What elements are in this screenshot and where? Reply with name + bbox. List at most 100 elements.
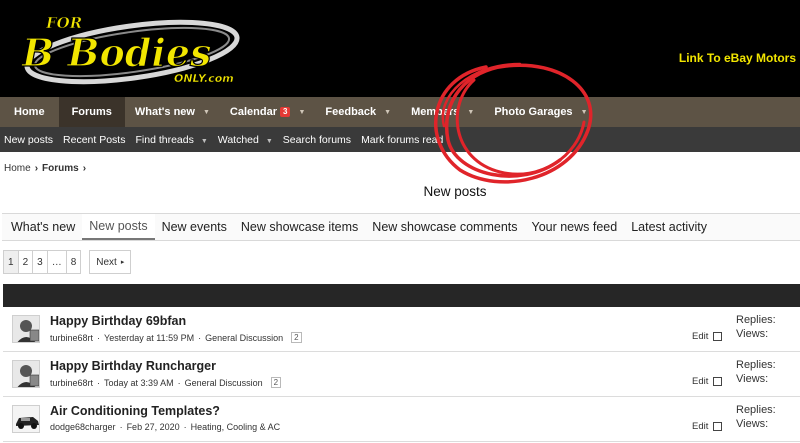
nav-tab-photo-garages-label: Photo Garages — [494, 106, 573, 118]
tab-whats-new[interactable]: What's new — [2, 214, 82, 240]
thread-date[interactable]: Feb 27, 2020 — [127, 422, 180, 432]
chevron-down-icon[interactable]: ▼ — [266, 138, 273, 145]
replies-label: Replies: — [736, 404, 776, 416]
subnav-new-posts[interactable]: New posts — [0, 134, 59, 146]
page-jump-button[interactable]: … — [46, 250, 67, 274]
avatar[interactable] — [12, 405, 40, 433]
chevron-right-icon: › — [82, 163, 87, 174]
subnav-search-forums[interactable]: Search forums — [279, 134, 357, 146]
site-header: FOR B Bodies ONLY.com Link To eBay Motor… — [0, 0, 800, 97]
tab-new-events[interactable]: New events — [155, 214, 234, 240]
replies-label: Replies: — [736, 359, 776, 371]
thread-edit-toggle[interactable]: Edit — [692, 331, 723, 342]
views-label: Views: — [736, 418, 769, 430]
thread-forum[interactable]: General Discussion — [185, 378, 263, 388]
subnav-mark-forums-read[interactable]: Mark forums read — [357, 134, 449, 146]
nav-tab-calendar[interactable]: Calendar 3 ▼ — [220, 97, 315, 127]
chevron-right-icon: ▸ — [120, 259, 125, 266]
thread-date[interactable]: Yesterday at 11:59 PM — [104, 333, 194, 343]
nav-tab-members[interactable]: Members ▼ — [401, 97, 484, 127]
chevron-down-icon[interactable]: ▼ — [467, 109, 474, 116]
secondary-nav: New posts Recent Posts Find threads ▼ Wat… — [0, 127, 800, 152]
breadcrumb: Home › Forums › — [4, 163, 86, 174]
chevron-down-icon[interactable]: ▼ — [201, 138, 208, 145]
calendar-count-badge: 3 — [280, 107, 291, 117]
tab-new-posts[interactable]: New posts — [82, 214, 155, 240]
page: FOR B Bodies ONLY.com Link To eBay Motor… — [0, 0, 800, 443]
select-checkbox[interactable] — [713, 332, 723, 341]
next-page-button[interactable]: Next ▸ — [89, 250, 132, 274]
tab-new-showcase-items[interactable]: New showcase items — [234, 214, 365, 240]
thread-edit-toggle[interactable]: Edit — [692, 376, 723, 387]
thread-stats: Replies: Views: — [736, 313, 776, 341]
meta-separator: · — [198, 332, 202, 343]
thread-forum[interactable]: General Discussion — [205, 333, 283, 343]
views-label: Views: — [736, 373, 769, 385]
thread-row: Air Conditioning Templates? dodge68charg… — [3, 397, 800, 442]
chevron-down-icon[interactable]: ▼ — [384, 109, 391, 116]
subnav-watched[interactable]: Watched ▼ — [214, 134, 279, 146]
thread-meta: turbine68rt · Yesterday at 11:59 PM · Gene… — [50, 332, 302, 343]
thread-page-count[interactable]: 2 — [291, 332, 302, 343]
meta-separator: · — [97, 377, 101, 388]
thread-author[interactable]: turbine68rt — [50, 333, 93, 343]
chevron-down-icon[interactable]: ▼ — [298, 109, 305, 116]
subnav-find-threads-label: Find threads — [135, 133, 194, 146]
page-1-button[interactable]: 1 — [3, 250, 19, 274]
thread-forum[interactable]: Heating, Cooling & AC — [191, 422, 281, 432]
avatar-portrait-icon — [13, 316, 39, 342]
thread-title[interactable]: Happy Birthday 69bfan — [50, 314, 186, 328]
logo-only-com: ONLY.com — [174, 72, 234, 85]
breadcrumb-home[interactable]: Home — [4, 163, 31, 174]
nav-tab-home[interactable]: Home — [0, 97, 59, 127]
select-checkbox[interactable] — [713, 422, 723, 431]
thread-page-count[interactable]: 2 — [270, 377, 282, 388]
tab-your-news-feed[interactable]: Your news feed — [525, 214, 625, 240]
nav-tab-feedback-label: Feedback — [325, 106, 377, 118]
thread-edit-toggle[interactable]: Edit — [692, 421, 723, 432]
edit-label: Edit — [692, 376, 709, 387]
nav-tab-whats-new-label: What's new — [134, 106, 195, 118]
subnav-watched-label: Watched — [217, 133, 259, 146]
subnav-recent-posts[interactable]: Recent Posts — [59, 134, 131, 146]
avatar[interactable] — [12, 360, 40, 388]
thread-title[interactable]: Happy Birthday Runcharger — [50, 359, 216, 373]
thread-date[interactable]: Today at 3:39 AM — [104, 378, 174, 388]
nav-tab-forums[interactable]: Forums — [58, 97, 125, 127]
page-2-button[interactable]: 2 — [17, 250, 34, 274]
page-title: New posts — [423, 184, 487, 199]
avatar[interactable] — [12, 315, 40, 343]
views-label: Views: — [736, 328, 769, 340]
avatar-portrait-icon — [13, 361, 39, 387]
nav-tab-photo-garages[interactable]: Photo Garages ▼ — [484, 97, 597, 127]
thread-stats: Replies: Views: — [736, 358, 776, 386]
tab-latest-activity[interactable]: Latest activity — [624, 214, 714, 240]
select-checkbox[interactable] — [713, 377, 723, 386]
site-logo[interactable]: FOR B Bodies ONLY.com — [6, 8, 242, 88]
thread-author[interactable]: dodge68charger — [50, 422, 116, 432]
page-3-button[interactable]: 3 — [32, 250, 48, 274]
edit-label: Edit — [692, 421, 709, 432]
nav-tab-members-label: Members — [411, 106, 460, 118]
thread-meta: turbine68rt · Today at 3:39 AM · General D… — [50, 377, 282, 388]
thread-row: Happy Birthday 69bfan turbine68rt · Yeste… — [3, 307, 800, 352]
ebay-motors-link[interactable]: Link To eBay Motors — [679, 51, 796, 65]
thread-title[interactable]: Air Conditioning Templates? — [50, 404, 220, 418]
tab-new-showcase-comments[interactable]: New showcase comments — [365, 214, 524, 240]
meta-separator: · — [119, 422, 123, 432]
next-page-label: Next — [96, 256, 117, 268]
page-8-button[interactable]: 8 — [65, 250, 82, 274]
chevron-down-icon[interactable]: ▼ — [581, 109, 588, 116]
nav-tab-feedback[interactable]: Feedback ▼ — [315, 97, 401, 127]
primary-nav: Home Forums What's new ▼ Calendar 3 ▼ Feedb… — [0, 97, 800, 127]
nav-tab-whats-new[interactable]: What's new ▼ — [125, 97, 220, 127]
chevron-down-icon[interactable]: ▼ — [203, 109, 210, 116]
subnav-find-threads[interactable]: Find threads ▼ — [131, 134, 213, 146]
breadcrumb-forums[interactable]: Forums — [42, 163, 79, 174]
meta-separator: · — [97, 332, 101, 343]
chevron-right-icon: › — [34, 163, 39, 174]
meta-separator: · — [183, 422, 187, 432]
thread-author[interactable]: turbine68rt — [50, 378, 93, 388]
nav-tab-forums-label: Forums — [71, 106, 112, 118]
meta-separator: · — [177, 377, 181, 388]
